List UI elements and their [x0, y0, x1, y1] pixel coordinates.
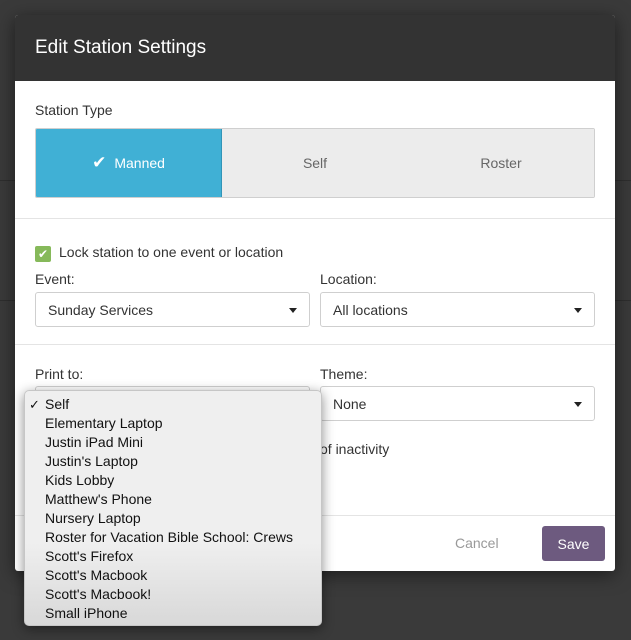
caret-down-icon	[574, 402, 582, 407]
event-select[interactable]: Sunday Services	[35, 292, 310, 327]
segment-roster-label: Roster	[480, 155, 522, 171]
dropdown-option-label: Elementary Laptop	[45, 415, 163, 431]
dropdown-option[interactable]: Justin iPad Mini	[25, 433, 321, 452]
dropdown-option-label: Roster for Vacation Bible School: Crews	[45, 529, 293, 545]
dropdown-option-label: Kids Lobby	[45, 472, 115, 488]
event-label: Event:	[35, 271, 75, 287]
modal-title: Edit Station Settings	[35, 37, 207, 58]
dropdown-option-label: Nursery Laptop	[45, 510, 141, 526]
dropdown-option-label: Matthew's Phone	[45, 491, 152, 507]
dropdown-option[interactable]: Scott's Firefox	[25, 547, 321, 566]
event-select-value: Sunday Services	[48, 302, 154, 318]
modal-header: Edit Station Settings	[15, 15, 615, 81]
dropdown-option-self[interactable]: ✓ Self	[25, 395, 321, 414]
lock-section: ✔ Lock station to one event or location …	[15, 219, 615, 345]
dropdown-option-label: Justin iPad Mini	[45, 434, 144, 450]
dropdown-option[interactable]: Matthew's Phone	[25, 490, 321, 509]
station-type-label: Station Type	[35, 102, 113, 118]
caret-down-icon	[574, 308, 582, 313]
dropdown-option-label: Justin's Laptop	[45, 453, 138, 469]
dropdown-option[interactable]: Elementary Laptop	[25, 414, 321, 433]
dropdown-option-label: Scott's Macbook!	[45, 586, 152, 602]
dropdown-option[interactable]: Roster for Vacation Bible School: Crews	[25, 528, 321, 547]
dropdown-option[interactable]: Scott's Macbook	[25, 566, 321, 585]
dropdown-option[interactable]: Scott's Macbook!	[25, 585, 321, 604]
station-type-segmented-control: ✔ Manned Self Roster	[35, 128, 595, 198]
dropdown-option-label: Self	[45, 396, 70, 412]
segment-self-label: Self	[302, 155, 328, 171]
segment-self[interactable]: Self	[222, 129, 408, 197]
theme-select[interactable]: None	[320, 386, 595, 421]
segment-roster[interactable]: Roster	[408, 129, 594, 197]
location-select[interactable]: All locations	[320, 292, 595, 327]
dropdown-option[interactable]: Kids Lobby	[25, 471, 321, 490]
segment-manned[interactable]: ✔ Manned	[36, 129, 222, 197]
lock-checkbox[interactable]: ✔	[35, 246, 51, 262]
dropdown-option[interactable]: Nursery Laptop	[25, 509, 321, 528]
dropdown-option-label: Scott's Firefox	[45, 548, 134, 564]
checkmark-icon: ✔	[37, 247, 49, 261]
inactivity-text: of inactivity	[320, 441, 390, 457]
cancel-button[interactable]: Cancel	[455, 535, 499, 551]
dropdown-option[interactable]: Justin's Laptop	[25, 452, 321, 471]
location-label: Location:	[320, 271, 377, 287]
dropdown-option-label: Small iPhone	[45, 605, 128, 621]
theme-label: Theme:	[320, 366, 368, 382]
theme-select-value: None	[333, 396, 367, 412]
station-type-section: Station Type ✔ Manned Self Roster	[15, 81, 615, 219]
dropdown-option[interactable]: Small iPhone	[25, 604, 321, 623]
save-button[interactable]: Save	[542, 526, 605, 561]
segment-manned-label: Manned	[114, 155, 165, 171]
location-select-value: All locations	[333, 302, 408, 318]
print-to-label: Print to:	[35, 366, 84, 382]
dropdown-option-label: Scott's Macbook	[45, 567, 148, 583]
tick-icon: ✓	[29, 397, 40, 412]
caret-down-icon	[289, 308, 297, 313]
lock-checkbox-label[interactable]: Lock station to one event or location	[59, 244, 283, 260]
check-icon: ✔	[92, 153, 107, 172]
print-to-dropdown-menu: ✓ Self Elementary Laptop Justin iPad Min…	[24, 390, 322, 626]
